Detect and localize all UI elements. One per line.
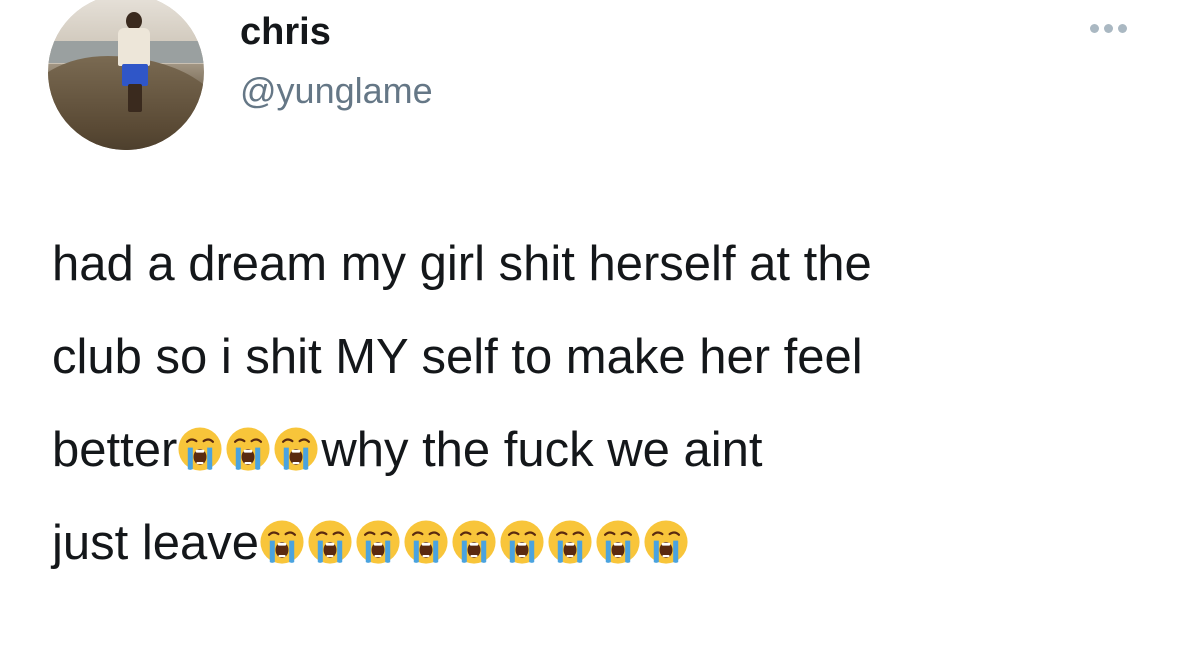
tweet-text-segment: better: [52, 423, 178, 477]
tweet-text-segment: just leave: [52, 516, 260, 570]
tweet-text-line-1: had a dream my girl shit herself at the: [52, 237, 872, 291]
loudly-crying-face-icon: [404, 520, 448, 564]
tweet-text-line-2: club so i shit MY self to make her feel: [52, 330, 863, 384]
loudly-crying-face-icon: [226, 427, 270, 471]
emoji-row: [177, 423, 321, 477]
loudly-crying-face-icon: [596, 520, 640, 564]
loudly-crying-face-icon: [548, 520, 592, 564]
emoji-row: [259, 516, 691, 570]
loudly-crying-face-icon: [260, 520, 304, 564]
loudly-crying-face-icon: [452, 520, 496, 564]
more-options-icon[interactable]: [1090, 24, 1127, 33]
avatar[interactable]: [48, 0, 204, 150]
tweet-text-line-4: just leave: [52, 497, 1172, 590]
display-name[interactable]: chris: [240, 4, 331, 60]
tweet-text-segment: why the fuck we aint: [321, 423, 763, 477]
tweet-text-line-3: better why the fuck we aint: [52, 404, 1172, 497]
tweet-card: chris @yunglame had a dream my girl shit…: [0, 0, 1200, 654]
loudly-crying-face-icon: [644, 520, 688, 564]
loudly-crying-face-icon: [356, 520, 400, 564]
loudly-crying-face-icon: [500, 520, 544, 564]
loudly-crying-face-icon: [308, 520, 352, 564]
loudly-crying-face-icon: [274, 427, 318, 471]
user-handle[interactable]: @yunglame: [240, 66, 433, 116]
loudly-crying-face-icon: [178, 427, 222, 471]
tweet-text: had a dream my girl shit herself at the …: [52, 218, 1172, 590]
